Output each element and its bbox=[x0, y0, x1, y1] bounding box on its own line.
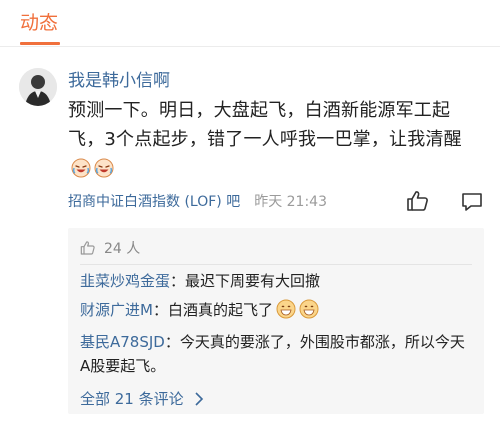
tab-active-indicator bbox=[20, 42, 60, 45]
laughing-crying-emoji bbox=[94, 158, 114, 178]
comment-item[interactable]: 基民A78SJD：今天真的要涨了，外围股市都涨，所以今天A股要起飞。 bbox=[80, 330, 472, 378]
comment-author[interactable]: 基民A78SJD bbox=[80, 333, 165, 351]
comment-item[interactable]: 财源广进M：白酒真的起飞了 bbox=[80, 298, 472, 322]
comments-panel: 24 人 韭菜炒鸡金蛋：最迟下周要有大回撤 财源广进M：白酒真的起飞了 基民A7… bbox=[68, 228, 484, 414]
post-text: 预测一下。明日，大盘起飞，白酒新能源军工起飞，3个点起步，错了一人呼我一巴掌，让… bbox=[68, 100, 462, 150]
comment-separator: ： bbox=[170, 272, 186, 290]
post-time: 昨天 21:43 bbox=[254, 194, 327, 210]
view-all-comments-label: 全部 21 条评论 bbox=[80, 390, 184, 408]
comment-text: 最迟下周要有大回撤 bbox=[185, 272, 321, 290]
divider bbox=[80, 264, 472, 265]
post-text-block: 预测一下。明日，大盘起飞，白酒新能源军工起飞，3个点起步，错了一人呼我一巴掌，让… bbox=[68, 96, 484, 183]
likes-count: 24 人 bbox=[104, 241, 141, 257]
grinning-emoji bbox=[276, 299, 296, 319]
user-avatar[interactable] bbox=[19, 68, 57, 106]
post-meta: 招商中证白酒指数 (LOF) 吧 昨天 21:43 bbox=[68, 191, 327, 211]
tab-dynamics[interactable]: 动态 bbox=[20, 8, 58, 35]
comment-author[interactable]: 韭菜炒鸡金蛋 bbox=[80, 272, 170, 290]
thumbs-up-icon[interactable] bbox=[406, 190, 430, 212]
comment-separator: ： bbox=[152, 301, 168, 319]
thumbs-up-icon bbox=[80, 241, 95, 255]
comment-text: 白酒真的起飞了 bbox=[167, 301, 273, 319]
comment-item[interactable]: 韭菜炒鸡金蛋：最迟下周要有大回撤 bbox=[80, 269, 472, 293]
view-all-comments-link[interactable]: 全部 21 条评论 bbox=[80, 388, 204, 409]
laughing-crying-emoji bbox=[71, 158, 91, 178]
comment-author[interactable]: 财源广进M bbox=[80, 301, 153, 319]
grinning-emoji bbox=[299, 299, 319, 319]
likes-row[interactable]: 24 人 bbox=[80, 238, 140, 258]
comment-separator: ： bbox=[164, 333, 180, 351]
post-author[interactable]: 我是韩小信啊 bbox=[68, 66, 170, 91]
chevron-right-icon bbox=[195, 391, 203, 406]
tab-bar: 动态 bbox=[0, 0, 500, 47]
post-source-link[interactable]: 招商中证白酒指数 (LOF) 吧 bbox=[68, 191, 240, 211]
comment-icon[interactable] bbox=[460, 191, 484, 213]
